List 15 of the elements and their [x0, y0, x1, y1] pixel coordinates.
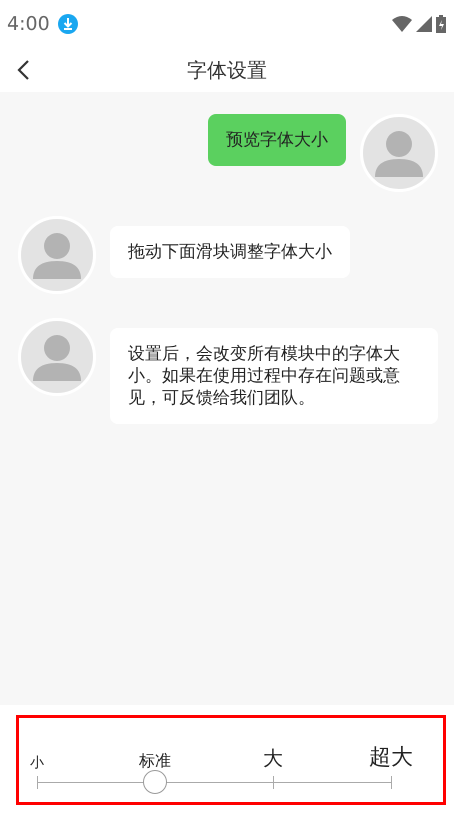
size-label[interactable]: 超大: [369, 742, 413, 772]
battery-icon: [436, 15, 446, 33]
status-time: 4:00: [7, 13, 50, 35]
message-bubble: 预览字体大小: [208, 114, 346, 166]
wifi-icon: [392, 16, 412, 32]
size-label[interactable]: 大: [263, 745, 283, 772]
message-bubble: 拖动下面滑块调整字体大小: [110, 226, 350, 278]
message-bubble: 设置后，会改变所有模块中的字体大小。如果在使用过程中存在问题或意见，可反馈给我们团队。: [110, 328, 438, 424]
size-label[interactable]: 小: [30, 754, 44, 772]
signal-icon: [416, 16, 432, 32]
page-title: 字体设置: [187, 56, 267, 84]
download-icon: [58, 14, 78, 34]
size-label[interactable]: 标准: [139, 751, 171, 772]
slider-thumb[interactable]: [142, 770, 167, 794]
slider-track[interactable]: [37, 770, 392, 795]
